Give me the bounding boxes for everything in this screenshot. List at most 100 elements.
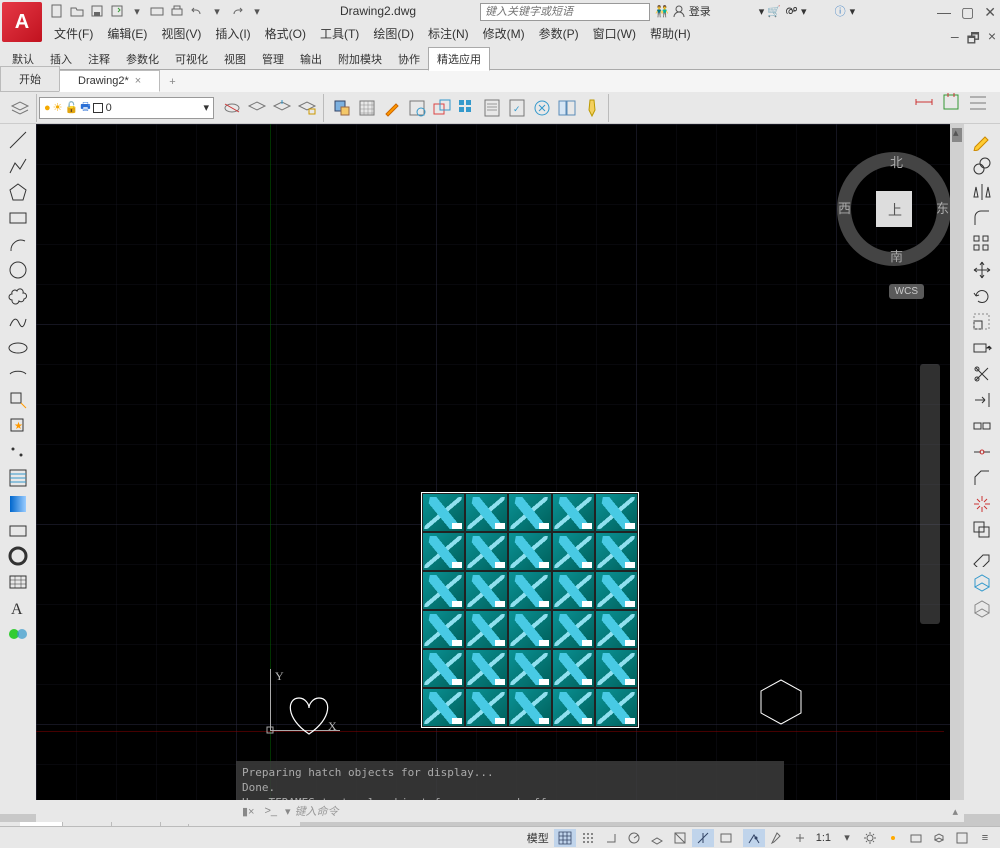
array-tool-icon[interactable] — [455, 96, 479, 120]
clean-screen-icon[interactable] — [951, 829, 973, 847]
qat-print-icon[interactable] — [168, 2, 186, 20]
qat-save-icon[interactable] — [88, 2, 106, 20]
dyn-input-icon[interactable] — [743, 829, 765, 847]
nav-bar[interactable] — [920, 364, 940, 624]
polyline-icon[interactable] — [4, 154, 32, 178]
close-icon[interactable]: ✕ — [984, 4, 996, 21]
boundary-icon[interactable] — [405, 96, 429, 120]
help-icon[interactable]: ⓘ — [835, 3, 846, 19]
trim-icon[interactable] — [968, 362, 996, 386]
cart-icon[interactable]: ▾ 🛒 — [759, 5, 781, 18]
menu-item[interactable]: 参数(P) — [533, 23, 585, 44]
ribbon-tab[interactable]: 协作 — [390, 48, 428, 70]
break-icon[interactable] — [968, 414, 996, 438]
blocks-pal-icon[interactable] — [555, 96, 579, 120]
cmd-close-icon[interactable]: ▮× — [236, 805, 260, 818]
lwt-icon[interactable] — [715, 829, 737, 847]
layer-combo[interactable]: ● ☀ 🔓 🖶 0 ▾ — [39, 97, 214, 119]
menu-item[interactable]: 修改(M) — [477, 23, 531, 44]
dim-continue-icon[interactable] — [966, 90, 990, 114]
child-close-icon[interactable]: × — [988, 28, 996, 52]
qat-open-icon[interactable] — [68, 2, 86, 20]
ins-block-icon[interactable] — [330, 96, 354, 120]
copy-icon[interactable] — [968, 518, 996, 542]
insert-block-icon[interactable] — [4, 388, 32, 412]
wcs-badge[interactable]: WCS — [889, 284, 924, 299]
chamfer-icon[interactable] — [968, 466, 996, 490]
qat-redo-icon[interactable] — [228, 2, 246, 20]
offset-icon[interactable] — [968, 154, 996, 178]
search-input[interactable] — [480, 3, 650, 21]
brush-icon[interactable] — [580, 96, 604, 120]
search-go-icon[interactable]: 👬 — [655, 5, 669, 18]
rectangle-icon[interactable] — [4, 206, 32, 230]
circle-icon[interactable] — [4, 258, 32, 282]
iso-view-icon[interactable] — [928, 829, 950, 847]
tab-add-icon[interactable]: + — [159, 72, 185, 92]
scale-label[interactable]: 1:1 — [812, 832, 835, 844]
qat-plot-icon[interactable] — [148, 2, 166, 20]
qat-saveas-icon[interactable] — [108, 2, 126, 20]
share-dd-icon[interactable]: ▾ — [801, 5, 807, 18]
ribbon-tab[interactable]: 注释 — [80, 48, 118, 70]
menu-item[interactable]: 标注(N) — [422, 23, 475, 44]
help-dd-icon[interactable]: ▾ — [850, 5, 856, 18]
qat-redo-dd-icon[interactable]: ▾ — [248, 2, 266, 20]
layer-lock-icon[interactable] — [295, 96, 319, 120]
qat-dd1-icon[interactable]: ▾ — [128, 2, 146, 20]
stretch-icon[interactable] — [968, 336, 996, 360]
arc-icon[interactable] — [4, 232, 32, 256]
extend-icon[interactable] — [968, 388, 996, 412]
vertical-scrollbar[interactable]: ▴ — [950, 124, 964, 814]
edit-hatch-icon[interactable] — [380, 96, 404, 120]
maximize-icon[interactable]: ▢ — [961, 4, 974, 21]
hw-accel-icon[interactable] — [905, 829, 927, 847]
app-logo[interactable]: A — [2, 2, 42, 42]
join-icon[interactable] — [968, 440, 996, 464]
ribbon-tab[interactable]: 视图 — [216, 48, 254, 70]
drawing-canvas[interactable]: X Y 北 南 东 西 上 WCS Preparing hatch object… — [36, 124, 964, 814]
layer-props-icon[interactable] — [8, 96, 32, 120]
menu-item[interactable]: 工具(T) — [314, 23, 365, 44]
menu-item[interactable]: 窗口(W) — [587, 23, 642, 44]
login-label[interactable]: 登录 — [689, 3, 711, 19]
revcloud-icon[interactable] — [4, 284, 32, 308]
polar-icon[interactable] — [623, 829, 645, 847]
spline-icon[interactable] — [4, 310, 32, 334]
child-max-icon[interactable]: 🗗 — [967, 28, 980, 52]
qat-undo-dd-icon[interactable]: ▾ — [208, 2, 226, 20]
gear-icon[interactable] — [859, 829, 881, 847]
purge-icon[interactable]: ✓ — [505, 96, 529, 120]
polygon-icon[interactable] — [4, 180, 32, 204]
user-icon[interactable] — [673, 5, 685, 17]
ellipse-icon[interactable] — [4, 336, 32, 360]
isodraft-icon[interactable] — [646, 829, 668, 847]
erase-icon[interactable] — [968, 544, 996, 568]
otrack-icon[interactable] — [692, 829, 714, 847]
scale-dd-icon[interactable]: ▾ — [836, 829, 858, 847]
xref-icon[interactable] — [530, 96, 554, 120]
snap-toggle-icon[interactable] — [577, 829, 599, 847]
minimize-icon[interactable]: ― — [937, 4, 951, 21]
osnap-icon[interactable] — [669, 829, 691, 847]
doc-tab[interactable]: 开始 — [0, 66, 60, 92]
layer-freeze-icon[interactable] — [270, 96, 294, 120]
make-block-icon[interactable]: ★ — [4, 414, 32, 438]
qat-new-icon[interactable] — [48, 2, 66, 20]
point-icon[interactable] — [4, 440, 32, 464]
menu-item[interactable]: 插入(I) — [209, 23, 256, 44]
3dface2-icon[interactable] — [968, 596, 996, 620]
ribbon-tab[interactable]: 精选应用 — [428, 47, 490, 71]
text-icon[interactable]: A — [4, 596, 32, 620]
model-space-label[interactable]: 模型 — [523, 830, 553, 846]
customize-icon[interactable]: ≡ — [974, 829, 996, 847]
region2-icon[interactable] — [4, 518, 32, 542]
menu-item[interactable]: 格式(O) — [259, 23, 312, 44]
hatch-icon[interactable] — [4, 466, 32, 490]
layer-off-icon[interactable] — [245, 96, 269, 120]
props-icon[interactable] — [480, 96, 504, 120]
tab-close-icon[interactable]: × — [135, 75, 141, 87]
child-min-icon[interactable]: – — [951, 28, 959, 52]
qp-icon[interactable] — [789, 829, 811, 847]
doc-tab[interactable]: Drawing2*× — [59, 70, 160, 92]
